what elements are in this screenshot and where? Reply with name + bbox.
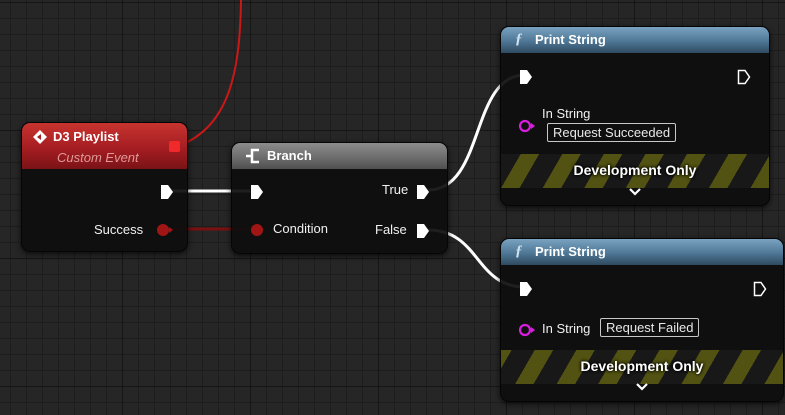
print-string-failed-header[interactable]: ƒ Print String [501,239,783,265]
custom-event-node[interactable]: D3 Playlist Custom Event Success [21,122,188,252]
false-exec-out-pin[interactable] [416,223,430,239]
print-success-exec-in-pin[interactable] [519,69,533,85]
branch-icon [246,148,259,164]
print-failed-dev-only-label: Development Only [580,358,704,374]
branch-header[interactable]: Branch [232,143,447,169]
function-icon: ƒ [515,31,523,47]
print-success-in-string-label: In String [542,106,591,121]
print-success-in-string-field[interactable]: Request Succeeded [547,123,677,142]
print-string-success-node[interactable]: ƒ Print String In String Request Succeed… [500,26,770,206]
print-failed-exec-in-pin[interactable] [519,281,533,297]
delegate-pin[interactable] [169,141,180,152]
true-pin-label: True [382,182,409,197]
branch-title: Branch [267,148,312,163]
chevron-down-icon[interactable] [629,188,641,196]
function-icon: ƒ [515,243,523,259]
condition-bool-pin[interactable] [250,223,266,237]
branch-node[interactable]: Branch True Condition False [231,142,448,254]
delegate-wire [180,0,242,146]
print-success-exec-out-pin[interactable] [737,69,751,85]
print-string-success-title: Print String [535,32,606,47]
custom-event-title: D3 Playlist [53,129,119,144]
condition-pin-label: Condition [273,221,328,236]
print-failed-in-string-field[interactable]: Request Failed [600,318,700,337]
print-success-string-pin[interactable] [518,119,536,133]
branch-exec-in-pin[interactable] [250,184,264,200]
event-diamond-icon [33,130,47,144]
custom-event-exec-out-pin[interactable] [160,184,174,200]
print-failed-string-pin[interactable] [518,323,536,337]
print-string-failed-node[interactable]: ƒ Print String In String Request Failed … [500,238,784,402]
custom-event-subtitle: Custom Event [57,150,139,165]
success-pin-label: Success [94,222,144,237]
print-string-success-header[interactable]: ƒ Print String [501,27,769,53]
print-string-failed-title: Print String [535,244,606,259]
print-failed-in-string-label: In String [542,321,591,336]
success-bool-pin[interactable] [157,223,173,237]
true-exec-out-pin[interactable] [416,184,430,200]
chevron-down-icon[interactable] [636,383,648,391]
false-pin-label: False [375,222,407,237]
print-success-dev-only-label: Development Only [573,162,697,178]
print-failed-exec-out-pin[interactable] [753,281,767,297]
custom-event-header[interactable]: D3 Playlist Custom Event [22,123,187,169]
